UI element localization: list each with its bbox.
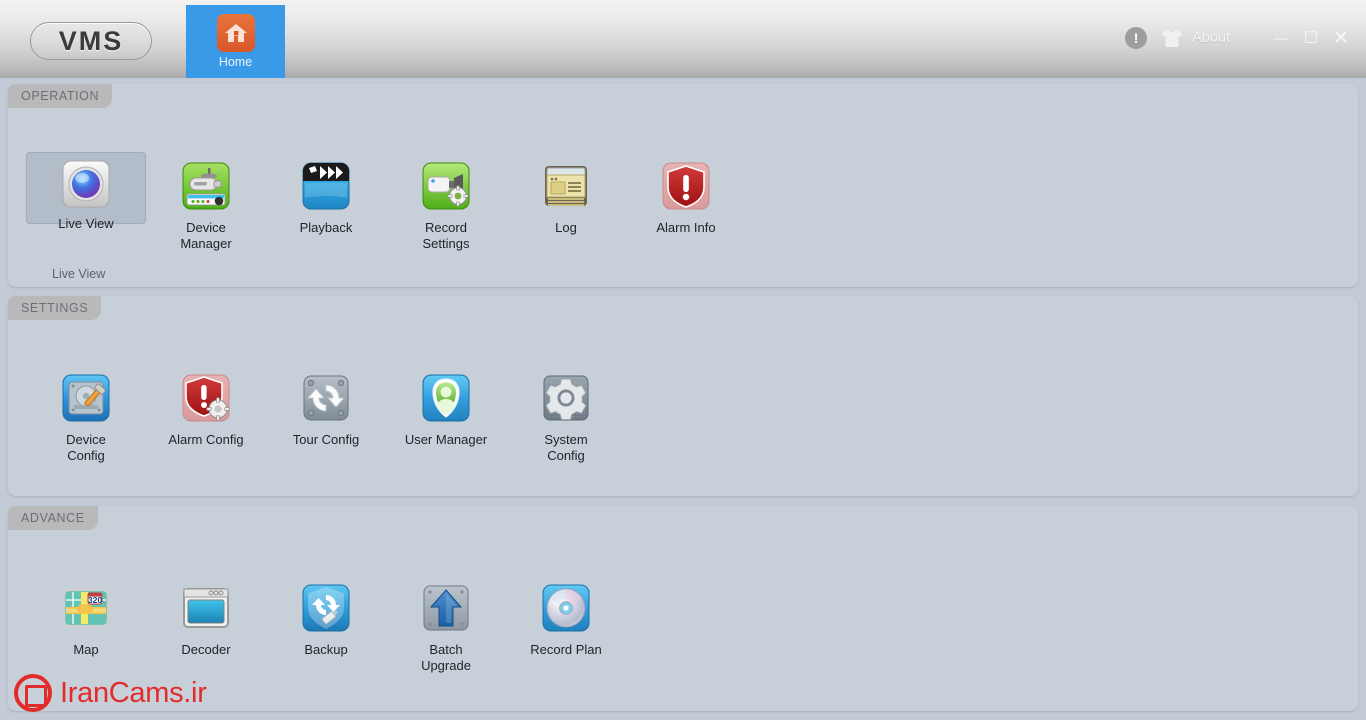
app-item-label: Playback <box>299 220 353 235</box>
record-settings-icon <box>418 158 474 214</box>
app-item-label: Batch Upgrade <box>421 642 471 673</box>
map-icon: 320 <box>58 580 114 636</box>
brand-logo-icon <box>14 674 52 712</box>
section-header-advance: ADVANCE <box>8 506 98 530</box>
app-title: VMS <box>58 25 124 56</box>
app-item-label: Log <box>555 220 577 235</box>
batch-upgrade-icon <box>418 580 474 636</box>
app-item-label: Device Config <box>66 432 106 463</box>
playback-icon <box>298 158 354 214</box>
status-strip-operation: Live View <box>52 267 106 281</box>
brand-text: IranCams.ir <box>60 676 207 709</box>
app-item-label: Device Manager <box>180 220 232 251</box>
tab-home[interactable]: Home <box>186 5 285 78</box>
app-item-label: Tour Config <box>292 432 360 447</box>
home-icon <box>216 14 255 52</box>
close-button[interactable]: ✕ <box>1326 24 1356 52</box>
section-header-operation: OPERATION <box>8 84 113 108</box>
maximize-button[interactable]: ☐ <box>1296 24 1326 52</box>
alarm-config-icon <box>178 370 234 426</box>
app-item-label: Record Settings <box>422 220 470 251</box>
tab-home-label: Home <box>218 55 253 69</box>
log-icon <box>538 158 594 214</box>
app-item-label: Alarm Config <box>168 432 244 447</box>
section-advance: ADVANCE 320 Map Decoder Backup Batch Upg… <box>8 506 1358 711</box>
app-item-label: Alarm Info <box>656 220 716 235</box>
info-icon[interactable]: ! <box>1125 27 1148 49</box>
title-bar: VMS Home ! About — ☐ ✕ <box>0 0 1366 78</box>
app-item-batch-upgrade[interactable]: Batch Upgrade <box>386 574 506 674</box>
app-item-label: Map <box>73 642 99 657</box>
record-plan-icon <box>538 580 594 636</box>
titlebar-right-controls: ! About — ☐ ✕ <box>1125 22 1366 54</box>
icon-row-advance: 320 Map Decoder Backup Batch Upgrade Rec… <box>8 574 1358 674</box>
brand-watermark: IranCams.ir <box>14 674 207 712</box>
app-item-record-plan[interactable]: Record Plan <box>506 574 626 674</box>
info-icon-glyph: ! <box>1133 30 1139 46</box>
app-item-alarm-config[interactable]: Alarm Config <box>146 364 266 464</box>
app-item-live-view[interactable]: Live View <box>26 152 146 231</box>
app-item-label: Decoder <box>181 642 231 657</box>
icon-row-settings: Device Config Alarm Config Tour Config U… <box>8 364 1358 464</box>
window-controls: — ☐ ✕ <box>1266 24 1366 52</box>
decoder-icon <box>178 580 234 636</box>
app-item-label: System Config <box>544 432 588 463</box>
device-manager-icon <box>178 158 234 214</box>
svg-text:320: 320 <box>88 595 103 605</box>
section-settings: SETTINGS Device Config Alarm Config Tour… <box>8 296 1358 496</box>
app-item-record-settings[interactable]: Record Settings <box>386 152 506 252</box>
app-item-alarm-info[interactable]: Alarm Info <box>626 152 746 252</box>
app-item-tour-config[interactable]: Tour Config <box>266 364 386 464</box>
app-item-device-manager[interactable]: Device Manager <box>146 152 266 252</box>
app-item-backup[interactable]: Backup <box>266 574 386 674</box>
app-item-label: User Manager <box>404 432 488 447</box>
device-config-icon <box>58 370 114 426</box>
section-operation: OPERATION Live View Device Manager Playb… <box>8 84 1358 287</box>
about-link[interactable]: About <box>1192 30 1230 46</box>
app-item-map[interactable]: 320 Map <box>26 574 146 674</box>
backup-icon <box>298 580 354 636</box>
app-item-user-manager[interactable]: User Manager <box>386 364 506 464</box>
system-config-icon <box>538 370 594 426</box>
minimize-button[interactable]: — <box>1266 24 1296 52</box>
alarm-info-icon <box>658 158 714 214</box>
app-item-playback[interactable]: Playback <box>266 152 386 252</box>
app-item-device-config[interactable]: Device Config <box>26 364 146 464</box>
app-item-label: Backup <box>304 642 348 657</box>
icon-row-operation: Live View Device Manager Playback Record… <box>8 152 1358 252</box>
app-item-label: Live View <box>58 216 114 231</box>
app-logo-badge: VMS <box>30 22 152 60</box>
section-header-settings: SETTINGS <box>8 296 102 320</box>
app-item-decoder[interactable]: Decoder <box>146 574 266 674</box>
live-view-icon <box>58 158 114 210</box>
app-item-log[interactable]: Log <box>506 152 626 252</box>
app-item-system-config[interactable]: System Config <box>506 364 626 464</box>
app-item-label: Record Plan <box>530 642 602 657</box>
tshirt-icon[interactable] <box>1161 28 1183 48</box>
user-manager-icon <box>418 370 474 426</box>
tour-config-icon <box>298 370 354 426</box>
